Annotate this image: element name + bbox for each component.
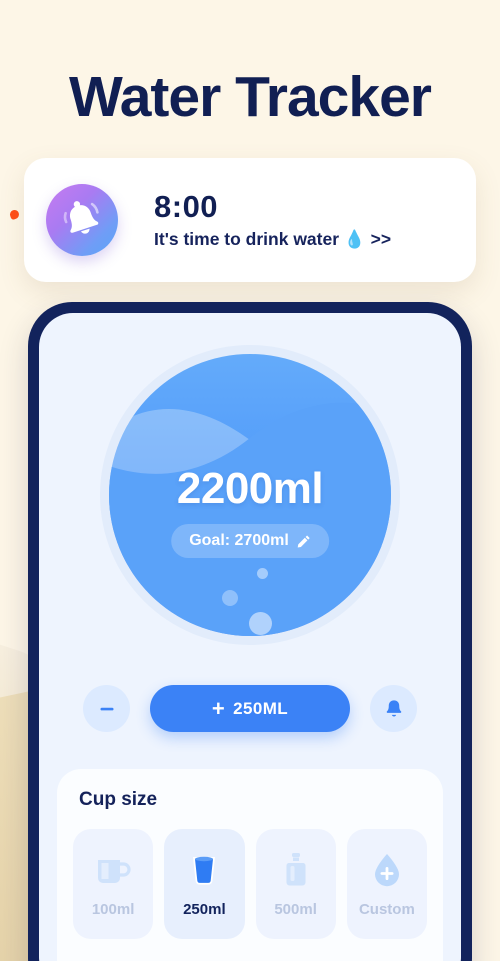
notification-text: 8:00 It's time to drink water 💧 >> [154,188,391,251]
notification-message-text: It's time to drink water [154,228,340,249]
cup-option-100ml[interactable]: 100ml [73,829,154,939]
notification-card[interactable]: 8:00 It's time to drink water 💧 >> [24,158,476,282]
decor-orange-dot-left [8,208,21,221]
notification-bell-avatar [46,184,118,256]
bubble-small [257,568,268,579]
minus-icon [100,707,113,710]
bell-icon [386,699,401,716]
phone-screen: 2200ml Goal: 2700ml + 250ML Cup size 100… [39,313,461,961]
water-drop-icon: 💧 [343,228,366,249]
reminder-button[interactable] [370,685,417,732]
droplet-plus-icon [374,853,399,886]
cup-option-500ml[interactable]: 500ml [255,829,336,939]
bell-icon [63,201,99,234]
notification-message: It's time to drink water 💧 >> [154,227,391,251]
cup-option-custom[interactable]: Custom [346,829,427,939]
notification-chevrons: >> [370,228,392,249]
goal-label: Goal: 2700ml [189,532,289,549]
cup-size-options: 100ml 250ml 500ml Custom [73,829,427,939]
pencil-icon [297,535,310,547]
add-water-label: 250ML [233,698,289,718]
decrease-button[interactable] [83,685,130,732]
current-intake-value: 2200ml [176,464,324,513]
cup-size-title: Cup size [79,789,158,810]
cup-option-250ml[interactable]: 250ml [164,829,245,939]
water-progress-ring: 2200ml Goal: 2700ml [100,345,400,645]
page-title: Water Tracker [69,65,432,129]
add-water-button[interactable]: + 250ML [150,685,350,732]
cup-option-label: 100ml [91,900,135,918]
bottle-icon [286,852,306,885]
phone-frame: 2200ml Goal: 2700ml + 250ML Cup size 100… [28,302,472,961]
page-background: ✦ ● Water Tracker 8:00 It's time to drin… [0,0,500,961]
action-row: + 250ML [39,685,461,732]
water-progress-circle[interactable]: 2200ml Goal: 2700ml [109,354,391,636]
cup-icon [193,856,216,885]
mug-icon [98,859,131,883]
plus-icon: + [211,695,226,721]
bubble-large [249,612,272,635]
cup-option-label: Custom [358,900,415,918]
cup-option-label: 250ml [183,900,226,918]
notification-time: 8:00 [154,188,219,224]
cup-option-label: 500ml [274,900,317,918]
goal-button[interactable]: Goal: 2700ml [171,524,329,558]
bubble-medium [222,590,238,606]
cup-size-card: Cup size 100ml 250ml 500ml Custom [57,769,443,961]
